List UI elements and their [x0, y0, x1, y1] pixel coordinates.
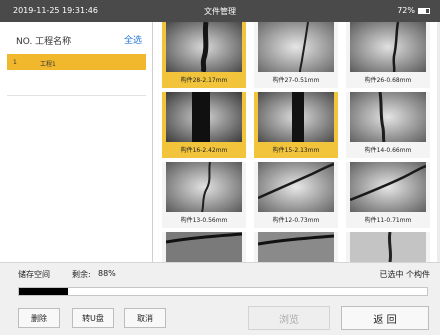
transfer-usb-button[interactable]: 转U盘	[72, 308, 114, 328]
remaining-label: 剩余:	[72, 270, 91, 279]
project-panel: NO. 工程名称 全选 1 工程1	[0, 22, 153, 262]
remaining-value: 88%	[98, 269, 116, 278]
storage-progress-fill	[19, 288, 68, 295]
crack-thumbnail	[350, 162, 426, 212]
battery-icon	[418, 7, 430, 14]
crack-thumbnail	[350, 92, 426, 142]
image-tile[interactable]: 构件28-2.17mm	[162, 22, 246, 88]
image-tile[interactable]: 构件13-0.56mm	[162, 162, 246, 228]
delete-button[interactable]: 删除	[18, 308, 60, 328]
project-list-header: NO. 工程名称	[16, 37, 72, 47]
crack-thumbnail	[258, 162, 334, 212]
tile-caption: 构件12-0.73mm	[272, 217, 320, 224]
battery-percent: 72%	[397, 6, 415, 15]
select-all-button[interactable]: 全选	[124, 33, 142, 46]
image-tile[interactable]: 构件26-0.68mm	[346, 22, 430, 88]
tile-caption: 构件14-0.66mm	[364, 147, 412, 154]
crack-thumbnail	[166, 232, 242, 262]
crack-thumbnail	[166, 92, 242, 142]
window-title: 文件管理	[204, 7, 236, 16]
crack-thumbnail	[350, 22, 426, 72]
image-tile[interactable]: 构件15-2.13mm	[254, 92, 338, 158]
image-tile[interactable]: 构件14-0.66mm	[346, 92, 430, 158]
tile-caption: 构件13-0.56mm	[180, 217, 228, 224]
image-tile[interactable]: 构件12-0.73mm	[254, 162, 338, 228]
crack-thumbnail	[258, 232, 334, 262]
selected-count: 已选中 个构件	[379, 270, 430, 279]
crack-thumbnail	[258, 92, 334, 142]
image-tile[interactable]	[254, 232, 338, 262]
crack-thumbnail	[350, 232, 426, 262]
battery-indicator: 72%	[397, 6, 430, 15]
list-divider	[7, 95, 146, 96]
tile-caption: 构件28-2.17mm	[180, 77, 228, 84]
project-name: 工程1	[40, 61, 56, 68]
image-tile[interactable]	[162, 232, 246, 262]
back-button[interactable]: 返 回	[341, 306, 429, 330]
tile-caption: 构件26-0.68mm	[364, 77, 412, 84]
crack-thumbnail	[166, 162, 242, 212]
image-tile[interactable]	[346, 232, 430, 262]
tile-caption: 构件16-2.42mm	[180, 147, 228, 154]
crack-thumbnail	[258, 22, 334, 72]
project-number: 1	[13, 59, 17, 66]
bottom-bar: 储存空间 剩余: 88% 已选中 个构件 删除 转U盘 取消 浏览 返 回	[0, 262, 440, 335]
tile-caption: 构件27-0.51mm	[272, 77, 320, 84]
tile-caption: 构件15-2.13mm	[272, 147, 320, 154]
status-bar: 2019-11-25 19:31:46 文件管理 72%	[0, 0, 440, 22]
image-tile[interactable]: 构件11-0.71mm	[346, 162, 430, 228]
storage-label: 储存空间	[18, 270, 50, 279]
crack-thumbnail	[166, 22, 242, 72]
image-tile[interactable]: 构件27-0.51mm	[254, 22, 338, 88]
storage-progress	[18, 287, 428, 296]
image-tile[interactable]: 构件16-2.42mm	[162, 92, 246, 158]
image-grid: 构件28-2.17mm 构件27-0.51mm 构件26-0.68mm 构件16…	[153, 22, 440, 262]
tile-caption: 构件11-0.71mm	[364, 217, 412, 224]
project-item[interactable]: 1 工程1	[7, 54, 146, 70]
browse-button[interactable]: 浏览	[248, 306, 330, 330]
cancel-button[interactable]: 取消	[124, 308, 166, 328]
